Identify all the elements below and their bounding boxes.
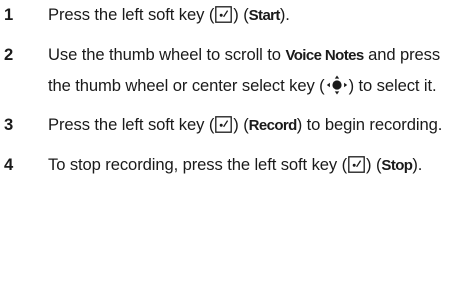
step-3: 3 Press the left soft key ( ) (Record) to… <box>0 110 463 141</box>
step-text: ) to begin recording. <box>296 115 443 134</box>
left-soft-key-icon <box>348 156 365 173</box>
step-number: 4 <box>4 155 14 174</box>
step-text: Use the thumb wheel to scroll to <box>48 45 286 64</box>
step-text: ). <box>279 5 290 24</box>
step-text: Press the left soft key ( <box>48 115 215 134</box>
menu-item-voice-notes: Voice Notes <box>285 47 364 64</box>
left-soft-key-icon <box>215 116 233 133</box>
step-text: ) ( <box>233 5 249 24</box>
step-text: ) ( <box>233 115 249 134</box>
step-1: 1 Press the left soft key ( ) (Start). <box>0 0 463 31</box>
step-text: ). <box>412 155 423 174</box>
step-text: ) ( <box>366 155 382 174</box>
left-soft-key-icon <box>215 6 233 23</box>
step-text: To stop recording, press the left soft k… <box>48 155 348 174</box>
softkey-label-stop: Stop <box>381 157 413 174</box>
softkey-label-record: Record <box>248 117 298 134</box>
step-number: 2 <box>4 45 14 64</box>
step-number: 3 <box>4 115 14 134</box>
instruction-steps: 1 Press the left soft key () (Start). 2 … <box>0 0 463 181</box>
step-text: ) to select it. <box>348 76 437 95</box>
center-select-key-icon <box>326 75 347 95</box>
step-2: 2 Use the thumb wheel to scroll to Voice… <box>0 40 463 101</box>
step-text: Press the left soft key ( <box>48 5 215 24</box>
step-number: 1 <box>4 5 14 24</box>
softkey-label-start: Start <box>248 7 281 24</box>
step-4: 4 To stop recording, press the left soft… <box>0 150 463 181</box>
